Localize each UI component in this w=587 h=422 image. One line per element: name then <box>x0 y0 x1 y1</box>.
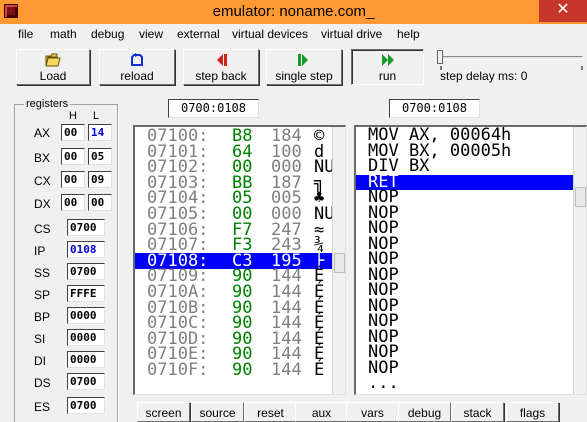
register-bx-high[interactable]: 00 <box>61 148 85 165</box>
register-ds-label: DS <box>34 376 51 390</box>
single-step-button[interactable]: single step <box>266 49 342 85</box>
menu-view[interactable]: view <box>139 27 163 41</box>
reload-label: reload <box>120 69 154 83</box>
register-di-value[interactable]: 0000 <box>67 351 105 368</box>
register-si-value[interactable]: 0000 <box>67 329 105 346</box>
register-ax-label: AX <box>34 126 51 140</box>
source-button[interactable]: source <box>191 402 244 422</box>
register-bp-value[interactable]: 0000 <box>67 307 105 324</box>
disassembly-scrollbar-thumb[interactable] <box>575 187 586 207</box>
menu-file[interactable]: file <box>18 27 33 41</box>
register-ip-value[interactable]: 0108 <box>67 241 105 258</box>
window-title: emulator: noname.com_ <box>212 3 375 20</box>
register-ss-label: SS <box>34 266 51 280</box>
register-dx-low[interactable]: 00 <box>88 194 112 211</box>
memory-row[interactable]: 0710F: 90 144 É <box>135 360 335 380</box>
load-label: Load <box>39 69 67 83</box>
memory-address: 0710F: <box>147 360 209 380</box>
register-ss-value[interactable]: 0700 <box>67 263 105 280</box>
register-cs-label: CS <box>34 222 51 236</box>
register-cx-high[interactable]: 00 <box>61 171 85 188</box>
vars-button[interactable]: vars <box>346 402 399 422</box>
register-ax-low[interactable]: 14 <box>88 124 112 141</box>
memory-hex-value: 90 <box>232 360 253 380</box>
menu-debug[interactable]: debug <box>91 27 124 41</box>
register-es-label: ES <box>34 400 51 414</box>
run-icon <box>352 53 423 67</box>
register-bp-label: BP <box>34 310 51 324</box>
run-button[interactable]: run <box>351 49 424 85</box>
flags-button[interactable]: flags <box>506 402 559 422</box>
memory-scrollbar[interactable] <box>332 127 345 394</box>
reset-button[interactable]: reset <box>244 402 297 422</box>
register-dx-label: DX <box>34 197 51 211</box>
low-byte-label: L <box>93 110 100 122</box>
register-ip-label: IP <box>34 244 46 258</box>
memory-list[interactable]: 07100: B8 184 © 07101: 64 100 d 07102: 00 000 NU 071… <box>133 125 346 395</box>
register-cx-low[interactable]: 09 <box>88 171 112 188</box>
menu-math[interactable]: math <box>50 27 77 41</box>
register-es-value[interactable]: 0700 <box>67 397 105 414</box>
register-bx-label: BX <box>34 151 51 165</box>
reload-button[interactable]: reload <box>99 49 175 85</box>
reload-icon <box>100 53 174 67</box>
register-si-label: SI <box>34 332 46 346</box>
disassembly-row[interactable]: ... <box>356 375 576 392</box>
single-step-label: single step <box>275 69 333 83</box>
high-byte-label: H <box>69 110 77 122</box>
register-sp-value[interactable]: FFFE <box>67 285 105 302</box>
memory-decimal-value: 144 <box>271 360 302 380</box>
close-button[interactable]: ✕ <box>539 0 587 22</box>
aux-button[interactable]: aux <box>295 402 348 422</box>
memory-scrollbar-thumb[interactable] <box>334 253 345 273</box>
registers-title: registers <box>24 98 71 110</box>
step-delay-slider-thumb[interactable] <box>437 50 443 64</box>
title-bar: emulator: noname.com_ ✕ <box>0 0 587 24</box>
menu-bar: file math debug view external virtual de… <box>0 24 587 44</box>
menu-external[interactable]: external <box>177 27 220 41</box>
register-ax-high[interactable]: 00 <box>61 124 85 141</box>
menu-help[interactable]: help <box>397 27 420 41</box>
register-di-label: DI <box>34 354 46 368</box>
step-delay-slider[interactable] <box>440 56 583 60</box>
step-delay-label: step delay ms: 0 <box>440 69 528 83</box>
run-label: run <box>378 69 397 83</box>
step-back-button[interactable]: step back <box>183 49 259 85</box>
single-step-icon <box>267 53 341 67</box>
memory-address-input[interactable]: 0700:0108 <box>168 99 259 118</box>
menu-virtual-drive[interactable]: virtual drive <box>321 27 382 41</box>
register-dx-high[interactable]: 00 <box>61 194 85 211</box>
screen-button[interactable]: screen <box>137 402 190 422</box>
register-sp-label: SP <box>34 288 51 302</box>
disassembly-address-input[interactable]: 0700:0108 <box>389 99 480 118</box>
disassembly-scrollbar[interactable] <box>573 127 586 394</box>
load-button[interactable]: Load <box>16 49 90 85</box>
memory-char-value: É <box>314 360 325 380</box>
stack-button[interactable]: stack <box>451 402 504 422</box>
debug-button[interactable]: debug <box>398 402 451 422</box>
disassembly-list[interactable]: MOV AX, 00064h MOV BX, 00005h DIV BX RET NOP… <box>354 125 587 395</box>
menu-virtual-devices[interactable]: virtual devices <box>232 27 308 41</box>
register-cs-value[interactable]: 0700 <box>67 219 105 236</box>
register-bx-low[interactable]: 05 <box>88 148 112 165</box>
folder-open-icon <box>17 53 89 67</box>
register-cx-label: CX <box>34 174 51 188</box>
register-ds-value[interactable]: 0700 <box>67 373 105 390</box>
step-back-icon <box>184 53 258 67</box>
step-back-label: step back <box>195 69 247 83</box>
